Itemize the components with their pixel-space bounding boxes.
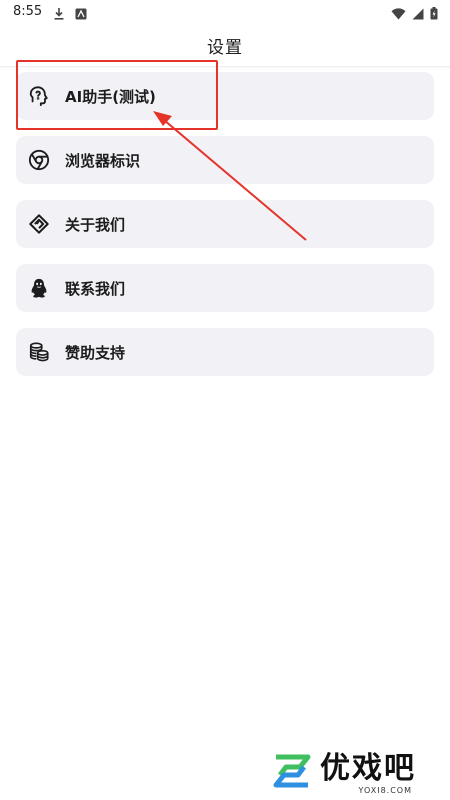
annotation-arrow [153,111,307,241]
watermark-brand: 优戏吧 [320,750,416,786]
watermark-domain: YOXI8.COM [358,785,412,795]
watermark: 优戏吧 YOXI8.COM [270,746,448,800]
watermark-logo-icon [270,749,314,797]
